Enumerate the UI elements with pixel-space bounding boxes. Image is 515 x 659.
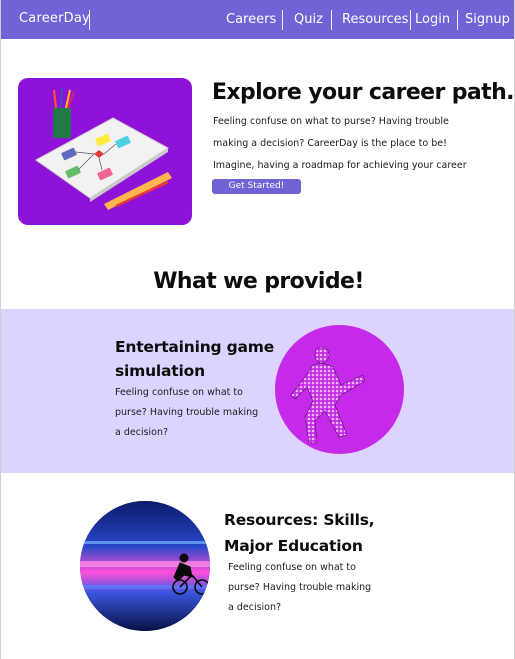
notebook-flowchart-illustration bbox=[35, 87, 172, 210]
feature-resources-description: Feeling confuse on what to purse? Having… bbox=[228, 562, 372, 613]
nav-divider bbox=[89, 10, 90, 30]
nav-resources[interactable]: Resources bbox=[342, 12, 408, 27]
nav-divider bbox=[282, 10, 283, 30]
nav-divider bbox=[331, 10, 332, 30]
get-started-button[interactable]: Get Started! bbox=[212, 179, 301, 194]
nav-signup[interactable]: Signup bbox=[465, 12, 510, 27]
hero-illustration bbox=[18, 78, 192, 225]
game-simulation-image bbox=[275, 325, 404, 454]
nav-divider bbox=[457, 10, 458, 30]
navbar: CareerDay Careers Quiz Resources Login S… bbox=[1, 0, 514, 39]
feature-game-description: Feeling confuse on what to purse? Having… bbox=[115, 387, 259, 438]
running-figure-icon bbox=[290, 346, 366, 444]
pencil-cup-icon bbox=[53, 108, 71, 138]
page: CareerDay Careers Quiz Resources Login S… bbox=[0, 0, 515, 659]
feature-game-title: Entertaining game simulation bbox=[115, 338, 275, 380]
brand-logo[interactable]: CareerDay bbox=[19, 11, 90, 26]
resources-image bbox=[80, 501, 210, 631]
feature-resources-title: Resources: Skills, Major Education bbox=[224, 511, 375, 555]
what-we-provide-title: What we provide! bbox=[153, 269, 364, 294]
nav-quiz[interactable]: Quiz bbox=[294, 12, 323, 27]
nav-divider bbox=[410, 10, 411, 30]
nav-careers[interactable]: Careers bbox=[226, 12, 276, 27]
cyclist-icon bbox=[80, 501, 210, 631]
nav-login[interactable]: Login bbox=[415, 12, 450, 27]
hero-title: Explore your career path. bbox=[212, 80, 514, 105]
